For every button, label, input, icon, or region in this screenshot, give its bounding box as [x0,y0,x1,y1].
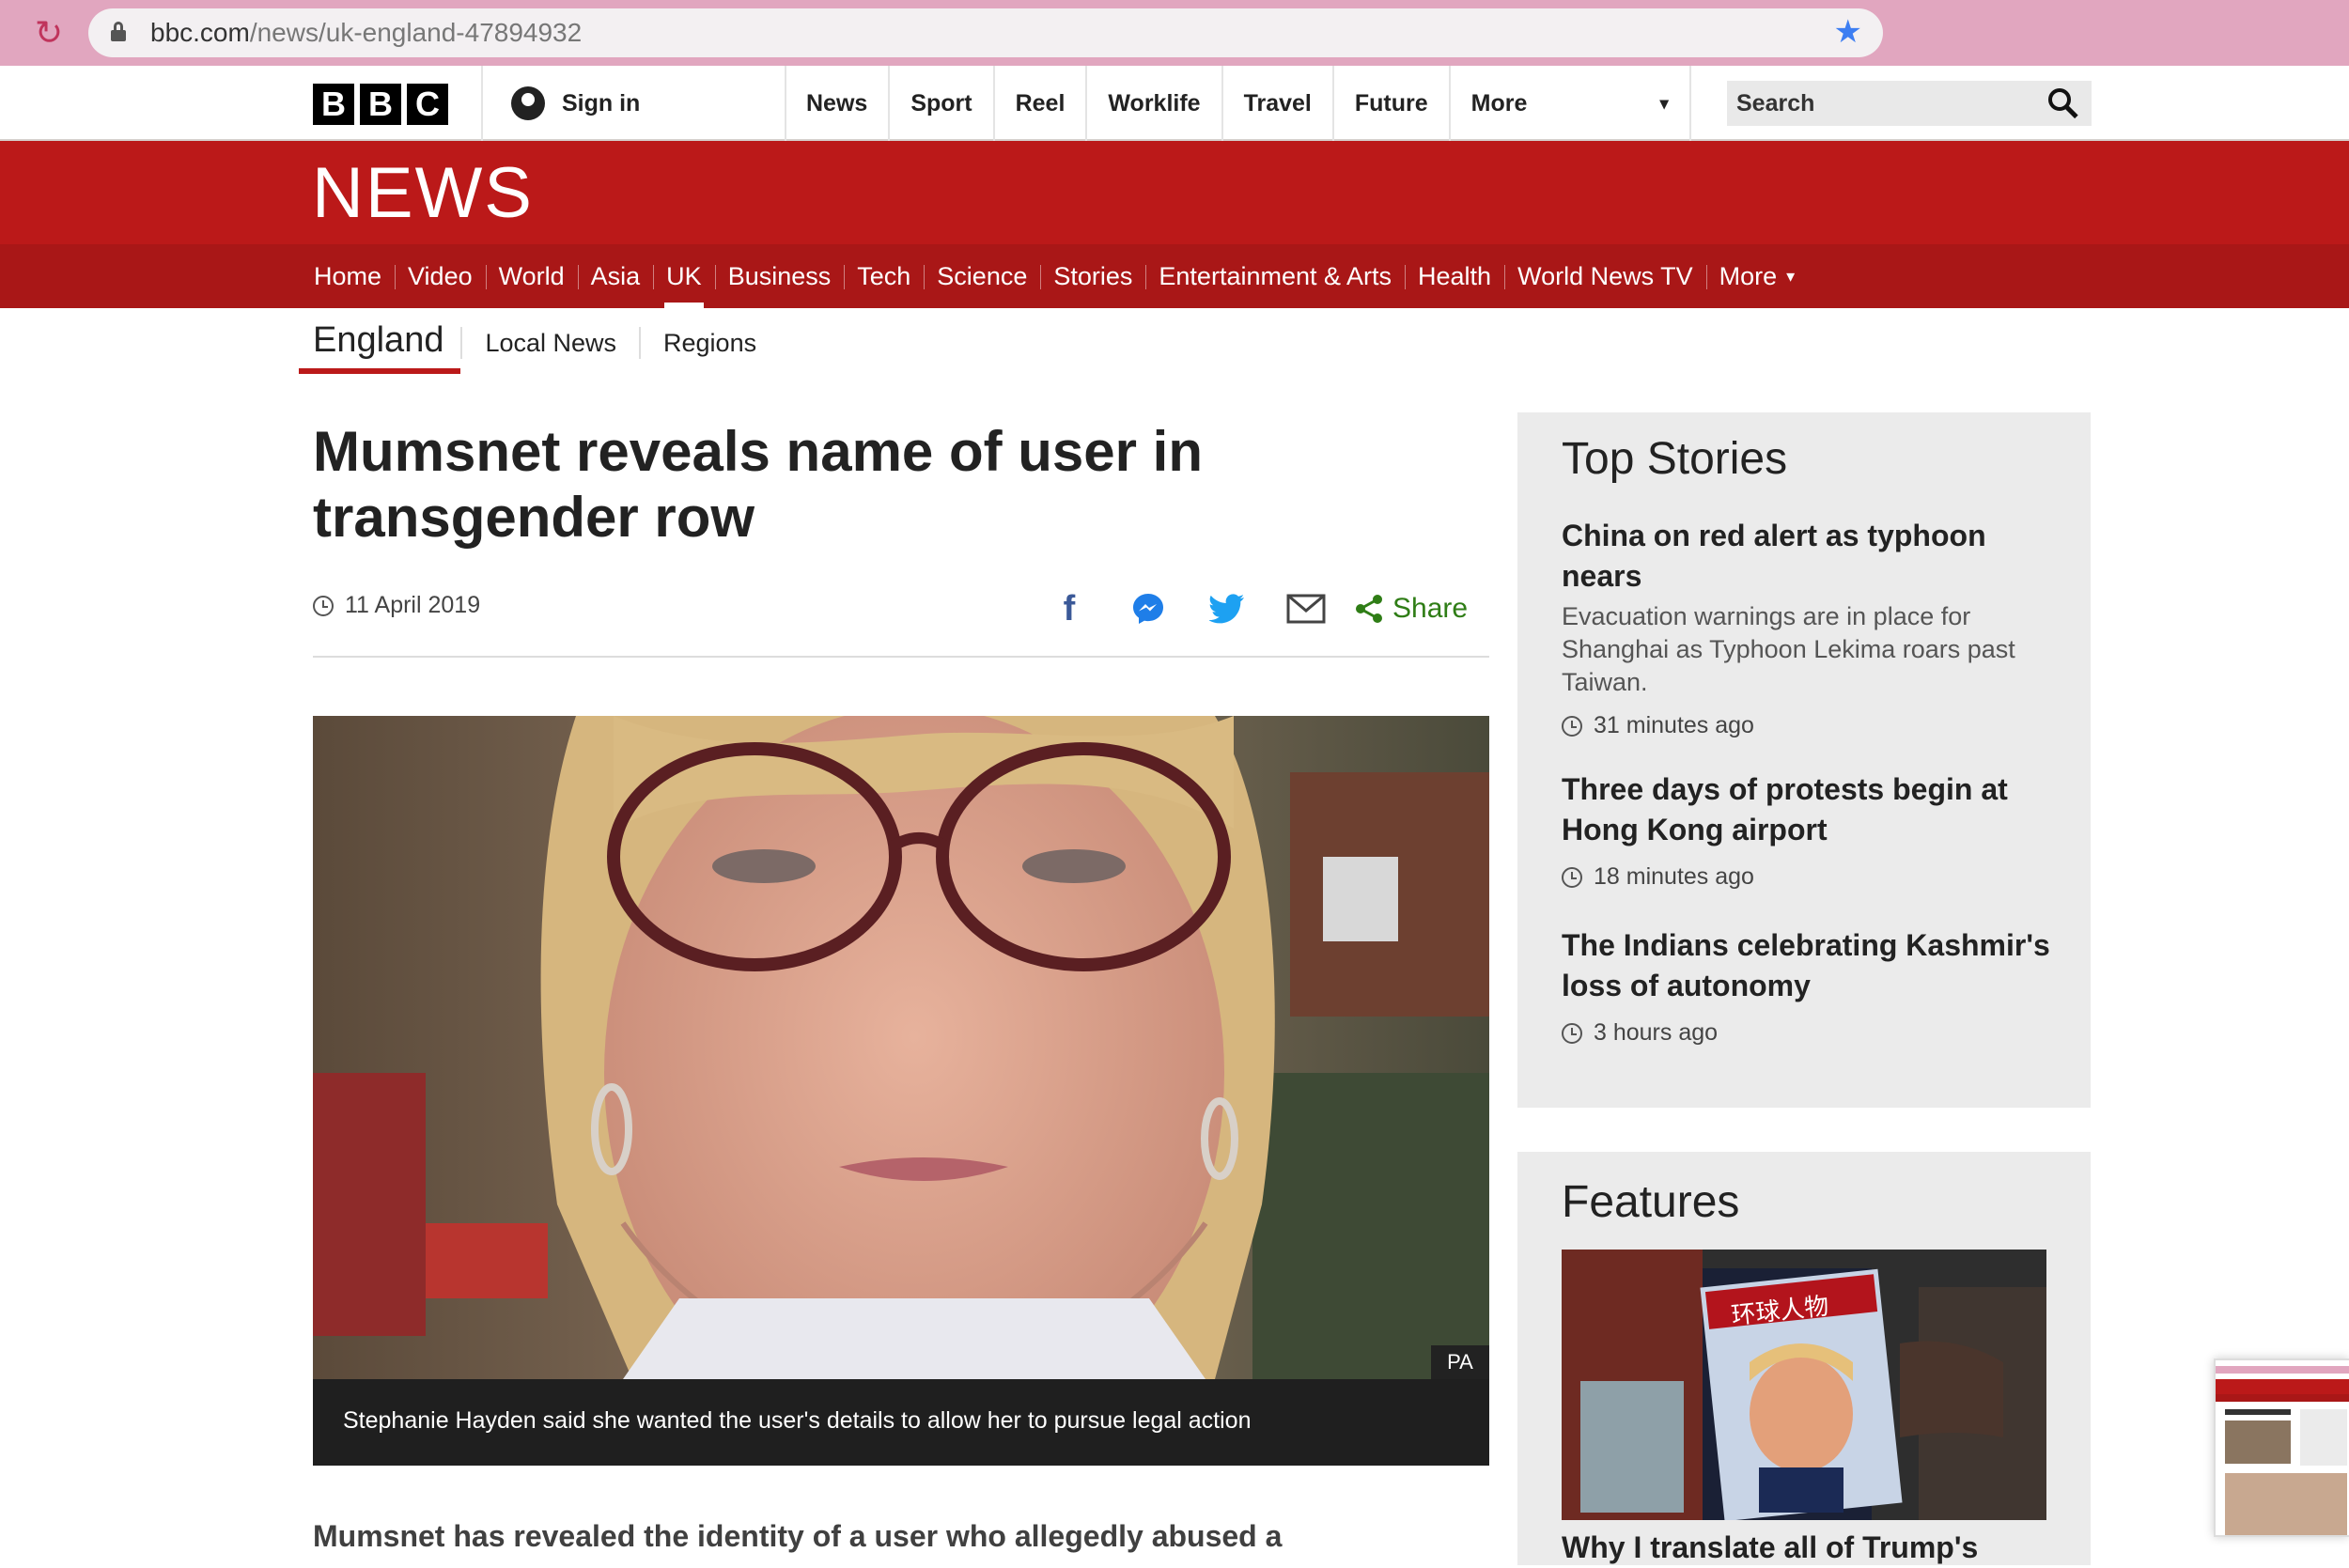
top-nav-worklife[interactable]: Worklife [1087,66,1223,141]
top-stories-heading: Top Stories [1562,434,1788,484]
nav-stories[interactable]: Stories [1040,244,1145,308]
share-button[interactable]: Share [1353,593,1468,625]
story-item[interactable]: The Indians celebrating Kashmir's loss o… [1562,925,2050,1047]
logo-letter: B [313,84,354,125]
story-time: 31 minutes ago [1562,712,2050,739]
user-icon [511,86,545,120]
feature-photo: 环球人物 [1562,1250,2046,1520]
article-headline: Mumsnet reveals name of user in transgen… [313,420,1203,549]
subnav-local-news[interactable]: Local News [460,327,639,359]
nav-uk[interactable]: UK [653,244,715,308]
clock-icon [1562,866,1582,888]
article-meta: 11 April 2019 [313,592,480,619]
top-stories-panel: Top Stories China on red alert as typhoo… [1517,412,2091,1108]
top-nav: News Sport Reel Worklife Travel Future M… [786,66,1691,141]
nav-tech[interactable]: Tech [844,244,924,308]
article-lead: Mumsnet has revealed the identity of a u… [313,1519,1283,1553]
sign-in-label: Sign in [562,89,641,116]
thumbnail-preview [2216,1360,2349,1535]
news-logo[interactable]: NEWS [312,158,534,229]
facebook-icon: f [1063,588,1076,629]
nav-world[interactable]: World [485,244,578,308]
email-share-button[interactable] [1267,586,1346,631]
top-nav-news[interactable]: News [786,66,891,141]
messenger-share-button[interactable] [1109,586,1188,631]
nav-world-news-tv[interactable]: World News TV [1504,244,1706,308]
top-nav-more[interactable]: More ▾ [1451,66,1691,141]
nav-home[interactable]: Home [301,244,395,308]
lock-icon [111,22,126,41]
article-date: 11 April 2019 [345,592,481,618]
screenshot-thumbnail[interactable] [2214,1358,2349,1537]
news-masthead: NEWS [0,141,2349,244]
story-time: 3 hours ago [1562,1019,2050,1047]
url-text[interactable]: bbc.com/news/uk-england-47894932 [150,20,582,46]
caret-down-icon: ▾ [1786,266,1796,286]
feature-title[interactable]: Why I translate all of Trump's [1562,1528,1978,1568]
story-title[interactable]: China on red alert as typhoon nears [1562,516,2050,597]
top-nav-future[interactable]: Future [1334,66,1451,141]
facebook-share-button[interactable]: f [1030,586,1109,631]
nav-business[interactable]: Business [714,244,845,308]
logo-letter: C [407,84,448,125]
nav-entertainment-arts[interactable]: Entertainment & Arts [1145,244,1405,308]
top-nav-travel[interactable]: Travel [1223,66,1334,141]
photo-caption: Stephanie Hayden said she wanted the use… [313,1379,1489,1466]
top-nav-sport[interactable]: Sport [890,66,995,141]
story-summary: Evacuation warnings are in place for Sha… [1562,602,2015,696]
section-nav: Home Video World Asia UK Business Tech S… [0,244,2349,308]
nav-science[interactable]: Science [924,244,1040,308]
article-photo: PA [313,716,1489,1379]
nav-health[interactable]: Health [1405,244,1504,308]
subnav-regions[interactable]: Regions [639,327,779,359]
story-time: 18 minutes ago [1562,863,2050,891]
browser-toolbar: ↻ bbc.com/news/uk-england-47894932 ★ [0,0,2349,66]
nav-more[interactable]: More ▾ [1705,244,1809,308]
messenger-icon [1133,594,1163,624]
portrait-image [313,716,1489,1379]
story-time-text: 18 minutes ago [1594,863,1754,890]
clock-icon [1562,715,1582,737]
story-time-text: 3 hours ago [1594,1019,1719,1046]
story-time-text: 31 minutes ago [1594,712,1754,738]
email-icon [1286,594,1326,624]
bbc-top-bar: B B C Sign in News Sport Reel Worklife T… [0,66,2349,141]
more-label: More [1470,89,1528,116]
meta-divider [313,656,1489,658]
sign-in-link[interactable]: Sign in [481,66,786,141]
share-label: Share [1392,593,1469,624]
share-tools: f Share [1030,586,1468,631]
feature-image[interactable]: 环球人物 [1562,1250,2046,1520]
england-subnav: England Local News Regions [299,310,779,376]
bbc-logo[interactable]: B B C [313,84,448,125]
address-bar[interactable]: bbc.com/news/uk-england-47894932 ★ [88,8,1883,57]
story-item[interactable]: Three days of protests begin at Hong Kon… [1562,769,2050,891]
features-panel: Features 环球人物 Why I translate all of Tru… [1517,1152,2091,1565]
twitter-icon [1209,594,1244,624]
bookmark-star-icon[interactable]: ★ [1834,16,1862,48]
photo-credit: PA [1431,1345,1489,1379]
story-title[interactable]: The Indians celebrating Kashmir's loss o… [1562,925,2050,1006]
share-icon [1356,595,1382,623]
story-item[interactable]: China on red alert as typhoon nears Evac… [1562,516,2050,739]
logo-letter: B [360,84,401,125]
subnav-england[interactable]: England [299,312,461,374]
clock-icon [1562,1022,1582,1044]
search-input[interactable] [1727,81,2028,126]
reload-icon[interactable]: ↻ [28,12,70,54]
nav-more-label: More [1719,261,1778,290]
story-title[interactable]: Three days of protests begin at Hong Kon… [1562,769,2050,850]
nav-asia[interactable]: Asia [577,244,654,308]
search-icon[interactable] [2048,88,2078,119]
caret-down-icon: ▾ [1659,93,1669,113]
twitter-share-button[interactable] [1188,586,1267,631]
features-heading: Features [1562,1177,1740,1227]
nav-video[interactable]: Video [395,244,486,308]
top-nav-reel[interactable]: Reel [995,66,1088,141]
search-box [1727,81,2092,126]
clock-icon [313,595,334,616]
